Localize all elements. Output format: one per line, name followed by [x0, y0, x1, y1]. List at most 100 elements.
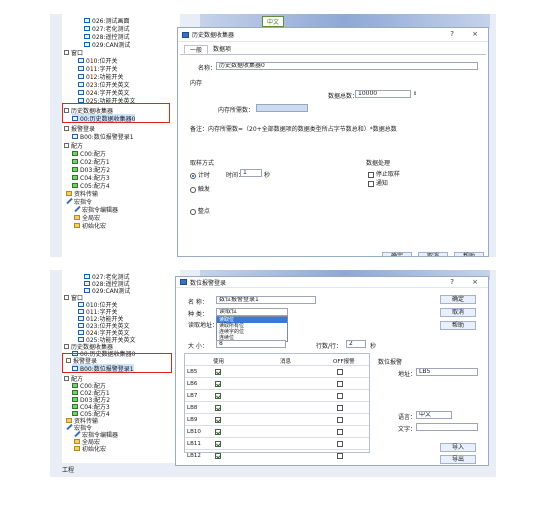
cancel-button[interactable]: 取消: [440, 308, 476, 317]
screen-icon: [84, 273, 90, 279]
time-unit: 秒: [264, 172, 271, 179]
trigger-radio[interactable]: [190, 186, 196, 193]
expand-icon[interactable]: [64, 294, 69, 300]
help-icon[interactable]: ?: [450, 30, 454, 38]
close-icon[interactable]: ×: [472, 30, 478, 38]
dialog-titlebar: 数位报警登录: [176, 277, 488, 288]
off-alarm-checkbox[interactable]: [337, 393, 343, 399]
address-input[interactable]: LB5: [416, 368, 478, 376]
export-button[interactable]: 导出: [440, 455, 476, 464]
spinner-icon[interactable]: ⇕: [413, 91, 417, 97]
tab-general[interactable]: 一般: [184, 45, 209, 54]
use-checkbox[interactable]: [215, 441, 221, 447]
import-button[interactable]: 导入: [440, 443, 476, 452]
init-macro-icon: [74, 445, 80, 451]
text-label: 文字：: [398, 426, 417, 433]
use-checkbox[interactable]: [215, 393, 221, 399]
off-alarm-checkbox[interactable]: [337, 369, 343, 375]
tab-data-items[interactable]: 数据项: [208, 45, 236, 54]
memory-note: 备注：内存所需数=（20+全部数据项的数据类型所占字节数总和）*数据总数: [190, 126, 397, 133]
off-alarm-checkbox[interactable]: [337, 405, 343, 411]
use-checkbox[interactable]: [215, 417, 221, 423]
time-input[interactable]: 1: [240, 169, 262, 177]
notify-option[interactable]: 通知: [368, 178, 388, 187]
window-icon: [78, 81, 84, 87]
app-icon: [182, 31, 189, 38]
tree-folder-window[interactable]: 窗口: [64, 48, 83, 57]
off-alarm-checkbox[interactable]: [337, 417, 343, 423]
size-input[interactable]: 8: [216, 340, 286, 348]
notify-checkbox[interactable]: [368, 180, 374, 187]
tree-item[interactable]: B00:数位报警登录1: [72, 132, 134, 141]
window-icon: [78, 65, 84, 71]
stop-sampling-checkbox[interactable]: [368, 171, 374, 178]
recipe-icon: [72, 158, 78, 164]
help-button[interactable]: 帮助: [440, 321, 476, 330]
per-row-input[interactable]: 2: [346, 340, 366, 348]
table-row[interactable]: LB8: [185, 402, 369, 414]
background-banner: [200, 14, 490, 28]
alarm-icon: [72, 133, 78, 139]
timer-radio[interactable]: [190, 172, 196, 179]
use-checkbox[interactable]: [215, 405, 221, 411]
text-input[interactable]: [416, 423, 478, 431]
macro-icon: [66, 198, 72, 204]
table-row[interactable]: LB10: [185, 426, 369, 438]
table-row[interactable]: LB6: [185, 378, 369, 390]
expand-icon[interactable]: [64, 142, 69, 148]
type-select[interactable]: 读取位: [216, 308, 288, 316]
language-select[interactable]: 中文: [416, 411, 452, 419]
cancel-button[interactable]: 取消: [418, 252, 448, 256]
tree-item[interactable]: 029:CAN测试: [84, 286, 130, 295]
highlight-box: [62, 103, 170, 123]
table-row[interactable]: LB5: [185, 366, 369, 378]
column-header-off-alarm: OFF报警: [333, 359, 355, 365]
expand-icon[interactable]: [64, 125, 69, 131]
language-banner: 中文: [262, 16, 285, 27]
bit-alarm-dialog: 数位报警登录 ? × 名 称： 数位报警登录1 种 类： 读取位 读取地址： 读…: [175, 276, 489, 466]
hourly-radio[interactable]: [190, 208, 196, 215]
ok-button[interactable]: 确定: [382, 252, 412, 256]
off-alarm-checkbox[interactable]: [337, 441, 343, 447]
table-row[interactable]: LB11: [185, 438, 369, 450]
help-button[interactable]: 帮助: [454, 252, 484, 256]
hourly-option[interactable]: 整点: [190, 206, 210, 215]
table-row[interactable]: LB9: [185, 414, 369, 426]
expand-icon[interactable]: [64, 375, 69, 381]
tree-item[interactable]: 029:CAN测试: [84, 40, 130, 49]
table-row[interactable]: LB12: [185, 450, 369, 462]
help-icon[interactable]: ?: [450, 278, 454, 286]
use-checkbox[interactable]: [215, 369, 221, 375]
off-alarm-checkbox[interactable]: [337, 381, 343, 387]
off-alarm-checkbox[interactable]: [337, 453, 343, 459]
trigger-option[interactable]: 触发: [190, 184, 210, 193]
stop-sampling-option[interactable]: 停止取样: [368, 169, 400, 178]
screen-icon: [84, 17, 90, 23]
ok-button[interactable]: 确定: [440, 295, 476, 304]
expand-icon[interactable]: [64, 49, 69, 55]
tree-item[interactable]: 初始化宏: [74, 444, 106, 453]
table-header: 使用 消息 OFF报警: [185, 354, 369, 366]
table-row[interactable]: LB7: [185, 390, 369, 402]
use-checkbox[interactable]: [215, 453, 221, 459]
tree-item[interactable]: 初始化宏: [74, 221, 106, 230]
screen-icon: [84, 41, 90, 47]
use-checkbox[interactable]: [215, 429, 221, 435]
total-label: 数据总数：: [328, 93, 359, 100]
name-input[interactable]: 数位报警登录1: [216, 296, 316, 304]
name-label: 名 称：: [188, 299, 208, 306]
project-tree: 027:老化测试 028:遥控测试 029:CAN测试 窗口 010:位开关 0…: [62, 270, 180, 463]
window-icon: [78, 329, 84, 335]
recipe-icon: [72, 182, 78, 188]
name-input[interactable]: 历史数据收集器0: [216, 62, 478, 70]
type-dropdown-list[interactable]: 读取位 读取所有位 连续字的位 连续位: [216, 316, 288, 342]
timer-option[interactable]: 计时: [190, 170, 210, 179]
use-checkbox[interactable]: [215, 381, 221, 387]
total-input[interactable]: 10000: [355, 90, 411, 98]
close-icon[interactable]: ×: [472, 278, 478, 286]
off-alarm-checkbox[interactable]: [337, 429, 343, 435]
expand-icon[interactable]: [64, 343, 69, 349]
address-label: 地址：: [398, 371, 417, 378]
screen-icon: [84, 25, 90, 31]
global-macro-icon: [74, 214, 80, 220]
